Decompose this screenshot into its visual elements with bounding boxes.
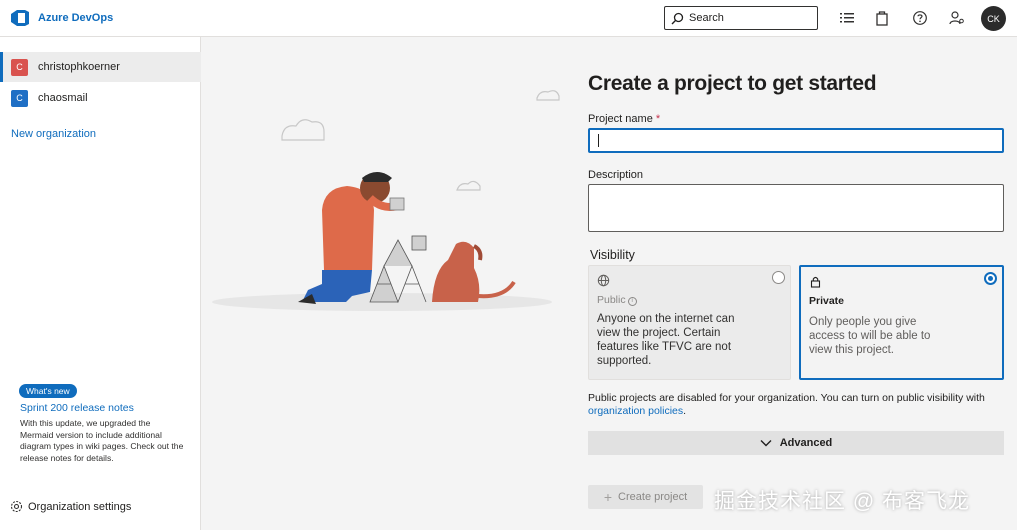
public-projects-disabled-note: Public projects are disabled for your or… <box>588 392 1008 418</box>
page-title: Create a project to get started <box>588 72 877 95</box>
org-item-christophkoerner[interactable]: C christophkoerner <box>0 52 201 82</box>
public-option-label: Public <box>597 294 626 306</box>
private-radio-selected[interactable] <box>984 272 997 285</box>
description-label: Description <box>588 169 644 181</box>
description-input[interactable] <box>588 184 1004 232</box>
project-name-input[interactable] <box>588 128 1004 153</box>
user-settings-icon[interactable] <box>949 10 965 26</box>
organization-policies-link[interactable]: organization policies <box>588 405 683 417</box>
visibility-option-private[interactable]: Private Only people you give access to w… <box>799 265 1004 380</box>
release-notes-link[interactable]: Sprint 200 release notes <box>20 402 134 414</box>
search-label: Search <box>689 12 724 24</box>
private-option-description: Only people you give access to will be a… <box>809 316 931 356</box>
required-indicator: * <box>655 113 661 125</box>
watermark-text: 掘金技术社区 @ 布客飞龙 <box>714 490 970 513</box>
new-organization-link[interactable]: New organization <box>11 128 96 140</box>
marketplace-bag-icon[interactable] <box>874 10 890 26</box>
org-badge: C <box>11 58 28 76</box>
create-project-label: Create project <box>618 491 688 503</box>
policy-note-text: Public projects are disabled for your or… <box>588 392 985 404</box>
brand-name: Azure DevOps <box>38 12 114 24</box>
org-item-chaosmail[interactable]: C chaosmail <box>0 83 201 113</box>
private-option-label: Private <box>809 295 845 307</box>
task-list-icon[interactable] <box>839 10 855 26</box>
welcome-illustration <box>212 90 560 311</box>
visibility-heading: Visibility <box>590 248 635 262</box>
advanced-label: Advanced <box>779 437 833 449</box>
org-name: christophkoerner <box>38 61 120 73</box>
gear-icon <box>10 500 23 513</box>
top-bar: Azure DevOps Search CK <box>0 0 1017 37</box>
org-badge: C <box>11 89 28 107</box>
create-project-button[interactable]: + Create project <box>588 485 703 509</box>
info-icon[interactable]: i <box>627 297 637 306</box>
public-radio[interactable] <box>772 271 785 284</box>
project-name-label: Project name * <box>588 113 660 125</box>
search-box[interactable]: Search <box>664 6 818 30</box>
organization-sidebar: C christophkoerner C chaosmail New organ… <box>0 37 201 530</box>
public-option-description: Anyone on the internet can view the proj… <box>597 313 735 367</box>
org-name: chaosmail <box>38 92 88 104</box>
brand-logo[interactable]: Azure DevOps <box>10 9 113 27</box>
lock-icon <box>810 276 821 288</box>
whats-new-badge: What's new <box>19 384 77 398</box>
user-avatar[interactable]: CK <box>981 6 1006 31</box>
globe-icon <box>597 274 610 287</box>
search-icon <box>671 12 684 24</box>
chevron-down-icon <box>760 440 772 447</box>
policy-note-suffix: . <box>683 405 687 417</box>
organization-settings-label: Organization settings <box>28 500 132 513</box>
public-option-title: Public i <box>597 294 637 306</box>
plus-icon: + <box>603 489 613 505</box>
organization-settings-link[interactable]: Organization settings <box>10 500 131 513</box>
azure-devops-logo-icon <box>11 10 29 26</box>
help-icon[interactable] <box>912 10 928 26</box>
advanced-toggle[interactable]: Advanced <box>588 431 1004 455</box>
release-notes-summary: With this update, we upgraded the Mermai… <box>20 418 184 463</box>
text-caret <box>598 134 599 147</box>
visibility-option-public[interactable]: Public i Anyone on the internet can view … <box>588 265 791 380</box>
project-name-label-text: Project name <box>588 113 653 125</box>
